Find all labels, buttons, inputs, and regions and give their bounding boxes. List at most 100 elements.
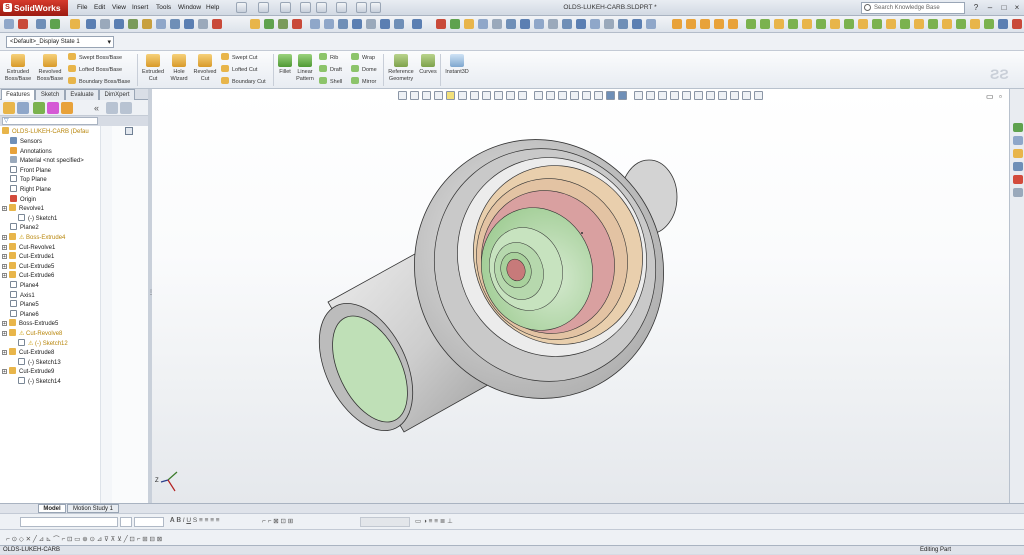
expand-toggle-icon[interactable]: + [2, 321, 7, 327]
tab-motion-study[interactable]: Motion Study 1 [67, 504, 119, 513]
toolbar-icon[interactable] [672, 19, 682, 29]
search-input[interactable]: Search Knowledge Base [861, 2, 965, 14]
tab-evaluate[interactable]: Evaluate [65, 89, 99, 100]
close-button[interactable]: × [1011, 3, 1023, 13]
view-icon[interactable] [534, 91, 543, 100]
toolbar-icon[interactable] [984, 19, 994, 29]
appearances-icon[interactable] [1013, 175, 1023, 184]
lofted-boss-button[interactable]: Lofted Boss/Base [68, 65, 122, 73]
toolbar-icon[interactable] [18, 19, 28, 29]
minimize-button[interactable]: – [984, 3, 996, 13]
toolbar-icon[interactable] [50, 19, 60, 29]
toolbar-icon[interactable] [352, 19, 362, 29]
zoom-area-icon[interactable] [324, 19, 334, 29]
view-settings-icon[interactable] [518, 91, 527, 100]
toolbar-icon[interactable] [942, 19, 952, 29]
toolbar-icon[interactable] [830, 19, 840, 29]
instant3d-button[interactable]: Instant3D [443, 54, 471, 76]
toolbar-icon[interactable] [548, 19, 558, 29]
tree-item[interactable]: + Boss-Extrude5 [2, 319, 58, 329]
toolbar-icon[interactable] [380, 19, 390, 29]
font-select[interactable] [20, 517, 118, 527]
dimxpert-manager-icon[interactable] [47, 102, 59, 114]
property-manager-icon[interactable] [17, 102, 29, 114]
toolbar-icon[interactable] [886, 19, 896, 29]
font-size-select[interactable] [120, 517, 132, 527]
toolbar-icon[interactable] [436, 19, 446, 29]
view-icon[interactable] [646, 91, 655, 100]
save-icon[interactable] [280, 2, 291, 13]
expand-toggle-icon[interactable]: + [2, 369, 7, 375]
toolbar-icon[interactable] [998, 19, 1008, 29]
tree-root[interactable]: OLDS-LUKEH-CARB (Defau [2, 127, 89, 137]
toolbar-icon[interactable] [278, 19, 288, 29]
toolbar-icon[interactable] [156, 19, 166, 29]
custom-properties-icon[interactable] [1013, 188, 1023, 197]
view-icon[interactable] [634, 91, 643, 100]
lofted-cut-button[interactable]: Lofted Cut [221, 65, 257, 73]
dome-button[interactable]: Dome [351, 65, 377, 73]
toolbar-icon[interactable] [928, 19, 938, 29]
toolbar-icon[interactable] [4, 19, 14, 29]
view-icon[interactable] [546, 91, 555, 100]
zoom-to-fit-icon[interactable] [398, 91, 407, 100]
tree-item[interactable]: + Cut-Extrude5 [2, 261, 54, 272]
view-icon[interactable] [682, 91, 691, 100]
menu-edit[interactable]: Edit [94, 4, 105, 11]
toolbar-icon[interactable] [86, 19, 96, 29]
display-style-icon[interactable] [470, 91, 479, 100]
tree-item[interactable]: ⚠ (-) Sketch12 [18, 338, 68, 349]
tab-dimxpert[interactable]: DimXpert [99, 89, 135, 100]
tree-item[interactable]: + Cut-Extrude1 [2, 252, 54, 262]
tree-item[interactable]: Plane5 [10, 300, 39, 310]
toolbar-icon[interactable] [450, 19, 460, 29]
draft-button[interactable]: Draft [319, 65, 342, 73]
format-buttons-icon[interactable]: 𝐀 𝐁 I U S ≡ ≡ ≡ ≡ [170, 517, 220, 525]
toolbar-icon[interactable] [774, 19, 784, 29]
feature-manager-icon[interactable] [3, 102, 15, 114]
toolbar-icon[interactable] [900, 19, 910, 29]
expand-toggle-icon[interactable]: + [2, 350, 7, 356]
view-icon[interactable] [670, 91, 679, 100]
new-document-icon[interactable] [236, 2, 247, 13]
toolbar-icon[interactable] [632, 19, 642, 29]
toolbar-icon[interactable] [788, 19, 798, 29]
tree-item[interactable]: Axis1 [10, 290, 35, 301]
curves-button[interactable]: Curves [418, 54, 438, 76]
rib-button[interactable]: Rib [319, 53, 338, 61]
toolbar-icon[interactable] [604, 19, 614, 29]
view-icon[interactable] [730, 91, 739, 100]
design-library-icon[interactable] [1013, 136, 1023, 145]
toolbar-icon[interactable] [970, 19, 980, 29]
view-icon[interactable] [558, 91, 567, 100]
tree-item[interactable]: + Cut-Extrude8 [2, 348, 54, 358]
toolbar-icon[interactable] [366, 19, 376, 29]
tree-item[interactable]: + Cut-Extrude6 [2, 271, 54, 281]
tree-item[interactable]: Sensors [10, 137, 42, 147]
toolbar-icon[interactable] [914, 19, 924, 29]
toolbar-icon[interactable] [714, 19, 724, 29]
tree-item[interactable]: Plane4 [10, 281, 39, 291]
previous-view-icon[interactable] [422, 91, 431, 100]
toolbar-icon[interactable] [858, 19, 868, 29]
toolbar-icon[interactable] [728, 19, 738, 29]
toolbar-icon[interactable] [338, 19, 348, 29]
dynamic-annotation-icon[interactable] [446, 91, 455, 100]
revolved-boss-button[interactable]: Revolved Boss/Base [35, 54, 65, 82]
reference-geometry-button[interactable]: Reference Geometry [386, 54, 416, 82]
open-folder-icon[interactable] [258, 2, 269, 13]
hole-wizard-button[interactable]: Hole Wizard [167, 54, 191, 82]
rebuild-icon[interactable] [356, 2, 367, 13]
toolbar-icon[interactable] [646, 19, 656, 29]
solidworks-logo[interactable]: S SolidWorks [0, 0, 68, 16]
rollback-checkbox[interactable] [125, 127, 133, 135]
expand-toggle-icon[interactable]: + [2, 263, 7, 269]
tree-item[interactable]: + Cut-Revolve1 [2, 242, 55, 253]
boundary-cut-button[interactable]: Boundary Cut [221, 77, 266, 85]
tree-item[interactable]: Front Plane [10, 165, 51, 176]
toolbar-icon[interactable] [128, 19, 138, 29]
view-icon[interactable] [754, 91, 763, 100]
toolbar-icon[interactable] [956, 19, 966, 29]
menu-view[interactable]: View [112, 4, 126, 11]
expand-toggle-icon[interactable]: + [2, 273, 7, 279]
